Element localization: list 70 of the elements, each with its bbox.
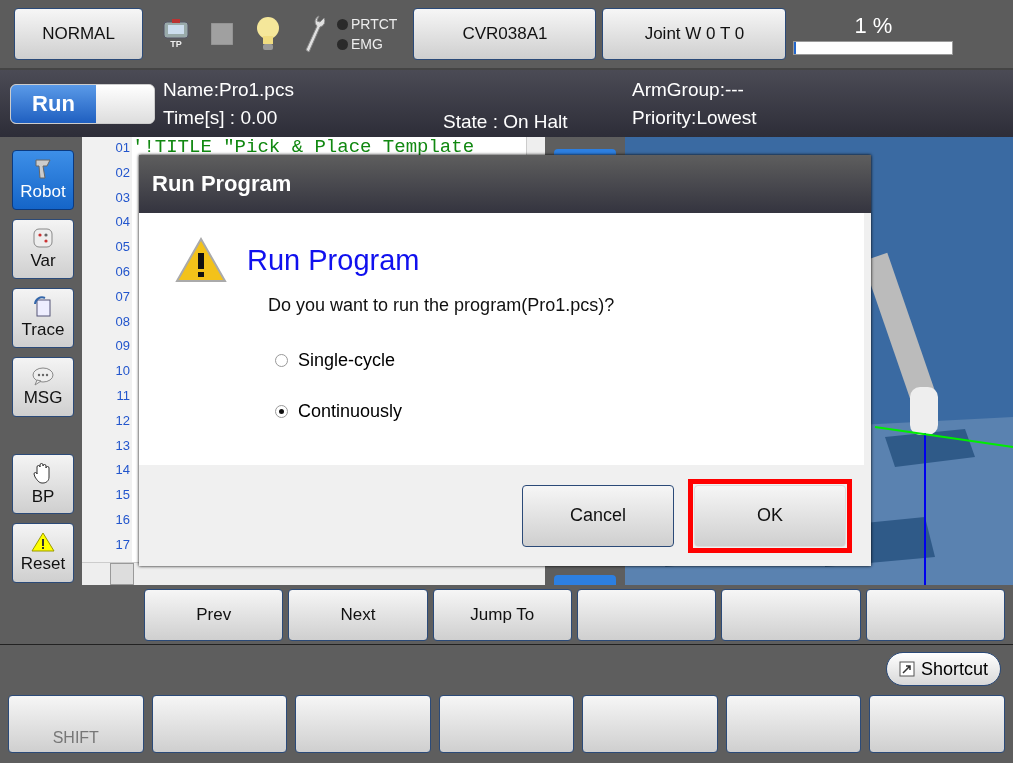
speech-bubble-icon: [31, 366, 55, 386]
sidebar-button[interactable]: BP: [12, 454, 74, 514]
line-number: 04: [115, 214, 130, 232]
line-number: 03: [115, 189, 130, 207]
line-number: 08: [115, 313, 130, 331]
soft-key[interactable]: [869, 695, 1006, 753]
document-icon: [32, 296, 54, 318]
soft-key[interactable]: [438, 695, 575, 753]
line-number: 02: [115, 164, 130, 182]
line-number: 07: [115, 288, 130, 306]
function-key[interactable]: Jump To: [432, 589, 572, 641]
line-number: 16: [115, 511, 130, 529]
wrench-icon[interactable]: [303, 14, 325, 54]
radio-option[interactable]: Continuously: [275, 401, 403, 422]
indicator-label: PRTCT: [351, 16, 398, 32]
elapsed-time: Time[s] : 0.00: [163, 106, 279, 129]
function-key[interactable]: [721, 589, 861, 641]
soft-key[interactable]: [582, 695, 718, 753]
function-key[interactable]: [865, 589, 1005, 641]
line-number: 01: [115, 140, 130, 157]
dialog-title: Run Program: [139, 155, 871, 213]
program-state: State : On Halt: [443, 111, 569, 133]
tp-label: TP: [170, 39, 182, 49]
speed-reading: 1 %: [854, 13, 893, 39]
priority: Priority:Lowest: [632, 106, 757, 129]
run-toggle[interactable]: Run: [10, 83, 155, 124]
shortcut-button[interactable]: Shortcut: [885, 652, 1001, 686]
function-key[interactable]: Next: [288, 589, 428, 641]
shortcut-icon: [898, 661, 915, 677]
line-number: 05: [115, 239, 130, 257]
code-line: '!TITLE "Pick & Place Template: [132, 137, 475, 158]
controller-button[interactable]: CVR038A1: [413, 8, 597, 60]
mode-button[interactable]: NORMAL: [14, 8, 143, 60]
sidebar-button[interactable]: Reset: [12, 523, 74, 583]
tablet-icon: [163, 19, 189, 39]
function-key[interactable]: Prev: [144, 589, 284, 641]
dialog-heading: Run Program: [247, 243, 420, 277]
line-number: 09: [115, 338, 130, 356]
line-number: 13: [115, 437, 130, 455]
dice-icon: [32, 227, 54, 249]
indicator-label: EMG: [351, 36, 383, 52]
sidebar-button[interactable]: Robot: [12, 150, 74, 210]
warning-icon: [31, 532, 55, 552]
line-number: 12: [115, 412, 130, 430]
radio-button[interactable]: [275, 354, 288, 367]
line-number: 14: [115, 462, 130, 480]
sidebar-button[interactable]: Trace: [12, 288, 74, 348]
dialog-button[interactable]: Cancel: [522, 484, 674, 547]
speed-bar[interactable]: [793, 41, 954, 55]
line-number: 17: [115, 536, 130, 554]
function-key[interactable]: [577, 589, 717, 641]
dialog-button[interactable]: OK: [694, 484, 846, 547]
program-name: Name:Pro1.pcs: [163, 78, 295, 101]
arm-group: ArmGroup:---: [632, 78, 757, 101]
warning-icon: [175, 237, 227, 283]
lightbulb-icon[interactable]: [255, 16, 281, 52]
line-number: 10: [115, 363, 130, 381]
line-number: 06: [115, 264, 130, 281]
sidebar-button[interactable]: MSG: [12, 357, 74, 417]
jog-mode-button[interactable]: Joint W 0 T 0: [602, 8, 787, 60]
robot-arm-icon: [33, 158, 53, 180]
soft-key[interactable]: [151, 695, 288, 753]
soft-key[interactable]: [725, 695, 862, 753]
dialog-message: Do you want to run the program(Pro1.pcs)?: [268, 295, 616, 316]
soft-key[interactable]: [295, 695, 431, 753]
radio-option[interactable]: Single-cycle: [275, 350, 396, 371]
line-number: 15: [115, 487, 130, 505]
sidebar-button[interactable]: Var: [12, 219, 74, 279]
radio-button[interactable]: [275, 405, 288, 418]
line-number: 11: [116, 387, 130, 405]
